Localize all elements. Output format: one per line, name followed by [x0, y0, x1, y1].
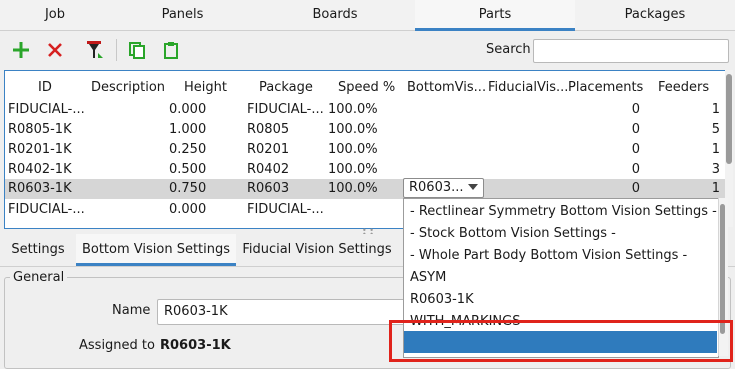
tab-settings[interactable]: Settings [0, 234, 76, 266]
parts-toolbar: Search [0, 31, 735, 69]
table-row-selected[interactable]: R0603-1K 0.750 R0603 100.0% 0 1 [5, 179, 726, 199]
tab-job[interactable]: Job [0, 0, 110, 30]
assigned-to-label: Assigned to [79, 338, 155, 353]
cell-height: 0.250 [169, 142, 207, 157]
column-header[interactable]: Description [91, 80, 165, 95]
cell-id: R0805-1K [8, 122, 72, 137]
cell-placements: 0 [631, 122, 640, 137]
x-icon[interactable] [42, 37, 68, 63]
combo-value: R0603... [409, 180, 464, 195]
cell-package: FIDUCIAL-... [247, 102, 324, 117]
column-header[interactable]: Height [184, 80, 227, 95]
table-row[interactable]: FIDUCIAL-... 0.000 FIDUCIAL-... 100.0% 0… [5, 100, 726, 120]
cell-feeders: 5 [711, 122, 720, 137]
table-row[interactable]: R0402-1K 0.500 R0402 100.0% 0 3 [5, 160, 726, 180]
cell-id: FIDUCIAL-... [8, 202, 85, 217]
name-label: Name [112, 303, 151, 318]
name-field-value: R0603-1K [164, 304, 228, 319]
funnel-icon[interactable] [82, 37, 108, 63]
splitter-handle[interactable]: • • • • [360, 227, 376, 239]
dropdown-scrollbar-thumb[interactable] [720, 204, 725, 334]
cell-package: R0603 [247, 181, 290, 196]
cell-speed: 100.0% [328, 142, 378, 157]
cell-feeders: 1 [711, 181, 720, 196]
tab-boards[interactable]: Boards [255, 0, 415, 30]
cell-height: 0.500 [169, 162, 207, 177]
dropdown-option[interactable]: ASYM [410, 270, 446, 285]
name-field[interactable]: R0603-1K [157, 299, 409, 325]
tab-packages[interactable]: Packages [575, 0, 735, 30]
assigned-to-value: R0603-1K [160, 338, 231, 353]
table-header: ID Description Height Package Speed % Bo… [5, 71, 726, 103]
cell-speed: 100.0% [328, 181, 378, 196]
column-header[interactable]: Package [259, 80, 313, 95]
column-header[interactable]: Speed % [338, 80, 395, 95]
column-header[interactable]: FiducialVis... [488, 80, 568, 95]
cell-id: R0402-1K [8, 162, 72, 177]
search-label: Search [486, 42, 531, 57]
cell-feeders: 1 [711, 102, 720, 117]
cell-height: 0.000 [169, 102, 207, 117]
dropdown-option[interactable]: - Rectlinear Symmetry Bottom Vision Sett… [410, 204, 717, 219]
tab-parts[interactable]: Parts [415, 0, 575, 31]
cell-package: R0201 [247, 142, 290, 157]
cell-package: R0402 [247, 162, 290, 177]
bottom-vision-combo[interactable]: R0603... [403, 178, 484, 198]
search-input[interactable] [533, 39, 729, 63]
column-header[interactable]: BottomVis... [407, 80, 486, 95]
general-group-title: General [10, 270, 68, 285]
cell-height: 0.000 [169, 202, 207, 217]
tab-fiducial-vision-settings[interactable]: Fiducial Vision Settings [236, 234, 398, 266]
chevron-down-icon [468, 184, 478, 190]
table-row[interactable]: R0201-1K 0.250 R0201 100.0% 0 1 [5, 140, 726, 160]
table-row[interactable]: R0805-1K 1.000 R0805 100.0% 0 5 [5, 120, 726, 140]
column-header[interactable]: Feeders [658, 80, 709, 95]
cell-speed: 100.0% [328, 162, 378, 177]
cell-placements: 0 [631, 181, 640, 196]
paste-icon[interactable] [158, 37, 184, 63]
annotation-highlight-box [389, 320, 733, 362]
copy-icon[interactable] [124, 37, 150, 63]
dropdown-option[interactable]: - Whole Part Body Bottom Vision Settings… [410, 248, 687, 263]
cell-package: R0805 [247, 122, 290, 137]
toolbar-separator [116, 39, 117, 61]
cell-package: FIDUCIAL-... [247, 202, 324, 217]
cell-feeders: 1 [711, 142, 720, 157]
tab-bottom-vision-settings[interactable]: Bottom Vision Settings [76, 234, 236, 266]
cell-placements: 0 [631, 102, 640, 117]
table-scrollbar-thumb[interactable] [726, 74, 732, 164]
column-header[interactable]: Placements [568, 80, 643, 95]
cell-speed: 100.0% [328, 122, 378, 137]
cell-id: R0603-1K [8, 181, 72, 196]
tab-panels[interactable]: Panels [110, 0, 255, 30]
column-header[interactable]: ID [38, 80, 52, 95]
dropdown-option[interactable]: R0603-1K [410, 292, 474, 307]
dropdown-option[interactable]: - Stock Bottom Vision Settings - [410, 226, 616, 241]
cell-placements: 0 [631, 142, 640, 157]
cell-placements: 0 [631, 162, 640, 177]
cell-id: FIDUCIAL-... [8, 102, 85, 117]
cell-speed: 100.0% [328, 102, 378, 117]
plus-icon[interactable] [8, 37, 34, 63]
cell-height: 0.750 [169, 181, 207, 196]
cell-height: 1.000 [169, 122, 207, 137]
main-tab-bar: Job Panels Boards Parts Packages [0, 0, 735, 31]
cell-id: R0201-1K [8, 142, 72, 157]
cell-feeders: 3 [711, 162, 720, 177]
